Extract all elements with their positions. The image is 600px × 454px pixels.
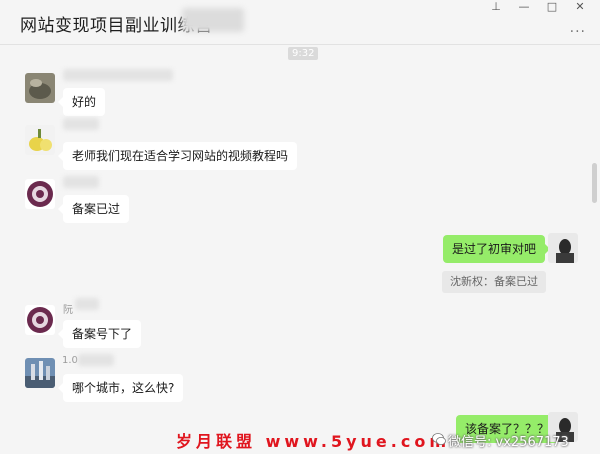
minimize-icon[interactable]: — (510, 0, 538, 16)
title-redaction (182, 8, 244, 32)
title-bar: 网站变现项目副业训练营 ⊥ — □ ✕ ··· (0, 0, 600, 45)
avatar[interactable] (25, 358, 55, 388)
close-icon[interactable]: ✕ (566, 0, 594, 16)
avatar-image (25, 358, 55, 388)
avatar[interactable] (25, 305, 55, 335)
sender-name-redacted (63, 176, 99, 188)
sender-name: 阮 (63, 305, 73, 316)
sender-name-redacted (63, 118, 99, 130)
avatar[interactable] (25, 179, 55, 209)
pin-icon[interactable]: ⊥ (482, 0, 510, 16)
scrollbar[interactable] (592, 163, 597, 203)
avatar[interactable] (25, 125, 55, 155)
message-bubble[interactable]: 备案号下了 (57, 320, 142, 348)
sender-name-redacted (63, 69, 173, 81)
message-bubble-outgoing[interactable]: 是过了初审对吧 (443, 235, 551, 263)
sender-name: 1.0 (62, 355, 78, 366)
chat-area[interactable]: 9:32 好的 老师我们现在适合学习网站的视频教程吗 备案已过 是过了初审对吧 (0, 45, 600, 454)
message-timestamp: 9:32 (288, 47, 319, 60)
message-bubble[interactable]: 哪个城市，这么快? (57, 374, 184, 402)
site-watermark: 岁月联盟 www.5yue.com (176, 432, 451, 451)
maximize-icon[interactable]: □ (538, 0, 566, 16)
avatar[interactable] (25, 73, 55, 103)
wechat-icon (432, 433, 446, 445)
window-controls: ⊥ — □ ✕ (482, 0, 594, 16)
sender-name-redacted (75, 298, 99, 310)
quoted-message[interactable]: 沈新权：备案已过 (442, 271, 546, 293)
message-bubble[interactable]: 备案已过 (57, 195, 130, 223)
wechat-watermark: 微信号: vx2567173 (448, 435, 569, 450)
avatar[interactable] (548, 233, 578, 263)
sender-name-redacted (78, 354, 114, 366)
avatar-image (25, 125, 55, 155)
avatar-image (25, 305, 55, 335)
avatar-image (25, 179, 55, 209)
more-icon[interactable]: ··· (570, 24, 586, 40)
message-bubble[interactable]: 好的 (57, 88, 106, 116)
avatar-image (25, 73, 55, 103)
avatar-image (548, 233, 578, 263)
message-bubble[interactable]: 老师我们现在适合学习网站的视频教程吗 (57, 142, 298, 170)
